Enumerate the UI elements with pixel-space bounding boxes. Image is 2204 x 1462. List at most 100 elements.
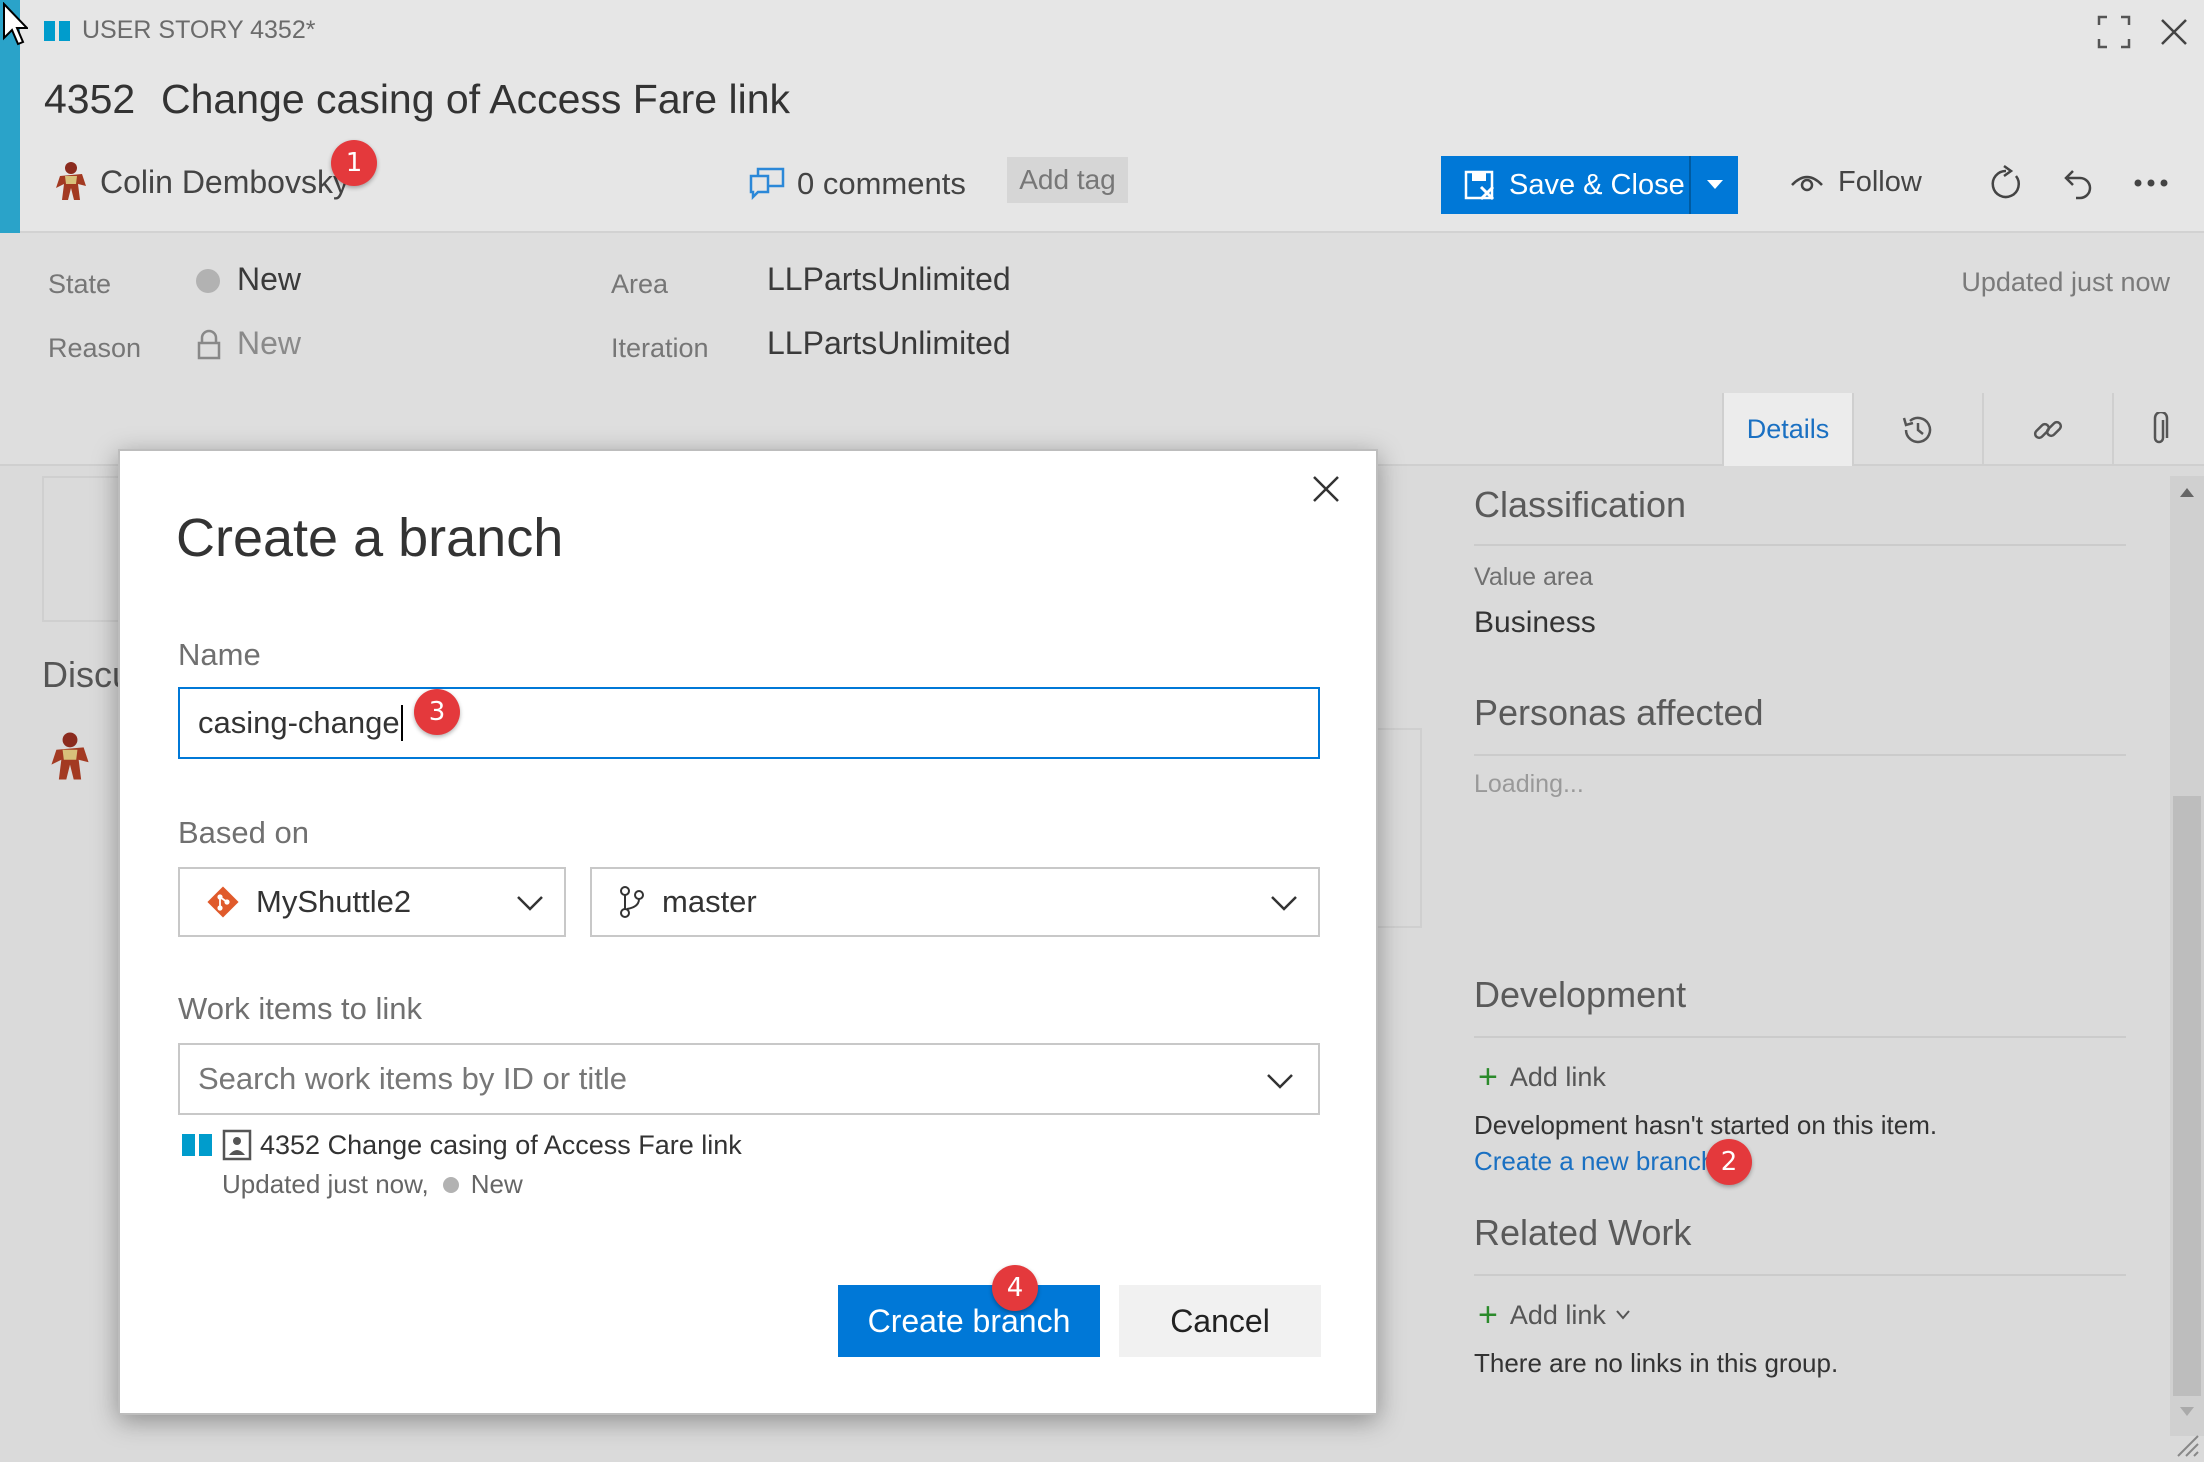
eye-icon (1791, 175, 1823, 191)
close-icon[interactable] (2158, 16, 2190, 48)
work-items-label: Work items to link (178, 991, 423, 1026)
history-icon (1902, 416, 1932, 443)
create-branch-dialog: Create a branch Name casing-change 3 Bas… (118, 449, 1378, 1415)
development-add-link[interactable]: + Add link (1478, 1060, 1606, 1094)
chevron-down-icon (517, 896, 543, 911)
value-area-label: Value area (1474, 563, 1594, 591)
discussion-avatar (51, 732, 89, 780)
step-badge-4: 4 (992, 1265, 1038, 1311)
state-value[interactable]: New (237, 261, 301, 298)
refresh-icon[interactable] (1986, 164, 2026, 204)
linked-item-title[interactable]: 4352 Change casing of Access Fare link (260, 1130, 742, 1161)
save-close-label: Save & Close (1509, 168, 1685, 201)
work-item-header: USER STORY 4352* 4352 Change casing of A… (0, 0, 2204, 233)
avatar (56, 162, 86, 200)
tab-links[interactable] (1982, 393, 2112, 466)
state-indicator (196, 269, 220, 293)
mouse-cursor-icon (3, 2, 28, 46)
personas-title: Personas affected (1474, 692, 1764, 733)
based-on-label: Based on (178, 815, 309, 850)
related-work-title: Related Work (1474, 1212, 1692, 1253)
user-story-icon (182, 1134, 212, 1156)
lock-icon (197, 329, 221, 360)
create-new-branch-link[interactable]: Create a new branch (1474, 1146, 1715, 1177)
resize-grip-icon[interactable] (2174, 1432, 2200, 1458)
related-message: There are no links in this group. (1474, 1348, 1839, 1378)
branch-icon (620, 886, 644, 918)
linked-item-meta: Updated just now, New (222, 1169, 523, 1200)
person-card-icon (222, 1129, 252, 1161)
reason-value: New (237, 325, 302, 361)
area-label: Area (611, 269, 669, 299)
link-icon (2033, 420, 2063, 439)
related-add-link-label: Add link (1509, 1299, 1606, 1330)
cancel-button[interactable]: Cancel (1119, 1285, 1321, 1357)
save-close-icon (1464, 170, 1495, 201)
save-close-button[interactable]: Save & Close (1441, 156, 1689, 214)
step-badge-1: 1 (331, 140, 377, 186)
follow-label: Follow (1838, 166, 1922, 198)
reason-label: Reason (48, 333, 142, 363)
branch-select[interactable]: master (590, 867, 1320, 937)
user-story-icon (44, 21, 70, 41)
iteration-value[interactable]: LLPartsUnlimited (767, 325, 1011, 362)
comments-icon (749, 167, 785, 200)
chevron-down-icon (1267, 1074, 1293, 1089)
create-branch-button[interactable]: Create branch (838, 1285, 1100, 1357)
work-item-type-label: USER STORY 4352* (82, 16, 316, 44)
related-add-link[interactable]: + Add link (1478, 1298, 1630, 1332)
text-cursor (400, 705, 403, 741)
maximize-icon[interactable] (2096, 14, 2132, 50)
chevron-down-icon (1271, 896, 1297, 911)
close-icon[interactable] (1310, 473, 1342, 505)
scrollbar-track[interactable] (2170, 476, 2204, 1436)
linked-item-state: New (470, 1169, 523, 1199)
state-label: State (48, 269, 112, 299)
branch-name-value: casing-change (198, 705, 400, 740)
iteration-label: Iteration (611, 333, 709, 363)
linked-item-state-indicator (442, 1176, 459, 1193)
development-message: Development hasn't started on this item. (1474, 1110, 1938, 1140)
development-title: Development (1474, 974, 1687, 1015)
tab-details-label: Details (1746, 414, 1830, 444)
branch-name-input[interactable]: casing-change (178, 687, 1320, 759)
scroll-down-icon[interactable] (2179, 1406, 2195, 1418)
follow-button[interactable]: Follow (1790, 166, 1922, 199)
more-actions-icon[interactable] (2134, 178, 2168, 188)
value-area-value[interactable]: Business (1474, 606, 1596, 640)
step-badge-3: 3 (414, 689, 460, 735)
assignee-name[interactable]: Colin Dembovsky (100, 164, 349, 201)
classification-title: Classification (1474, 484, 1687, 525)
personas-loading: Loading... (1474, 770, 1584, 798)
repository-value: MyShuttle2 (256, 884, 412, 919)
development-add-link-label: Add link (1509, 1061, 1606, 1092)
comments-count-link[interactable]: 0 comments (797, 166, 966, 202)
updated-timestamp: Updated just now (1961, 267, 2170, 297)
paperclip-icon (2153, 411, 2169, 443)
chevron-down-icon (1616, 1310, 1630, 1320)
save-options-dropdown[interactable] (1691, 156, 1738, 214)
tab-history[interactable] (1852, 393, 1982, 466)
tab-attachments[interactable] (2112, 393, 2204, 466)
branch-value: master (662, 884, 757, 919)
step-badge-2: 2 (1706, 1139, 1752, 1185)
repository-select[interactable]: MyShuttle2 (178, 867, 566, 937)
git-repo-icon (207, 886, 239, 918)
undo-icon[interactable] (2058, 164, 2096, 204)
scroll-up-icon[interactable] (2179, 486, 2195, 498)
add-tag-button[interactable]: Add tag (1007, 157, 1128, 203)
work-items-search-placeholder: Search work items by ID or title (198, 1061, 627, 1096)
save-close-button-group: Save & Close (1441, 156, 1738, 214)
linked-item-updated: Updated just now, (222, 1169, 429, 1199)
work-item-id: 4352 (44, 76, 136, 122)
name-label: Name (178, 637, 261, 672)
chevron-down-icon (1706, 180, 1723, 189)
linked-work-item: 4352 Change casing of Access Fare link (180, 1129, 742, 1161)
plus-icon: + (1478, 1296, 1498, 1334)
dialog-title: Create a branch (176, 508, 564, 568)
area-value[interactable]: LLPartsUnlimited (767, 261, 1011, 298)
tab-details[interactable]: Details (1722, 393, 1852, 466)
scrollbar-thumb[interactable] (2173, 796, 2201, 1396)
work-items-search-input[interactable]: Search work items by ID or title (178, 1043, 1320, 1115)
work-item-title[interactable]: Change casing of Access Fare link (161, 76, 790, 123)
